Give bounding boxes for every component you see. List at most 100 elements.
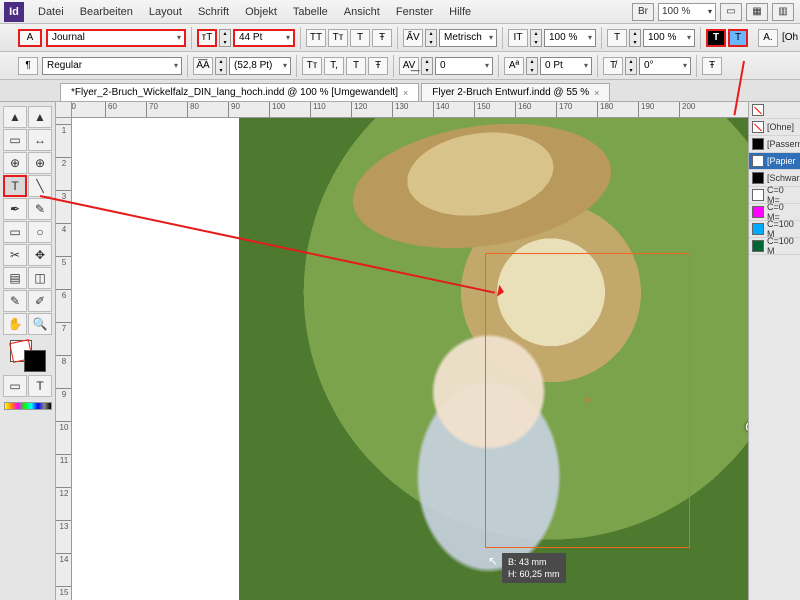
tracking-stepper[interactable] — [421, 57, 433, 75]
para-style-icon[interactable]: A. — [758, 29, 778, 47]
font-family-combo[interactable]: Journal — [46, 29, 186, 47]
swatch-icon — [752, 206, 764, 218]
selection-tool[interactable]: ▲ — [3, 106, 27, 128]
tab-document-2[interactable]: Flyer 2-Bruch Entwurf.indd @ 55 %× — [421, 83, 610, 101]
stroke-color-button[interactable]: T — [728, 29, 748, 47]
skew-value: 0° — [644, 60, 654, 71]
color-bar[interactable] — [4, 402, 52, 410]
ruler-tick: 50 — [72, 102, 76, 118]
leading-stepper[interactable] — [215, 57, 227, 75]
arrange-button[interactable]: ▥ — [772, 3, 794, 21]
close-icon[interactable]: × — [594, 88, 599, 98]
tab-document-1[interactable]: *Flyer_2-Bruch_Wickelfalz_DIN_lang_hoch.… — [60, 83, 419, 101]
page-tool[interactable]: ▭ — [3, 129, 27, 151]
close-icon[interactable]: × — [403, 88, 408, 98]
menu-help[interactable]: Hilfe — [441, 6, 479, 18]
bridge-button[interactable]: Br — [632, 3, 654, 21]
ruler-tick: 10 — [56, 421, 72, 432]
tracking-combo[interactable]: 0 — [435, 57, 493, 75]
baseline-stepper[interactable] — [526, 57, 538, 75]
ellipse-tool[interactable]: ○ — [28, 221, 52, 243]
ruler-tick: 140 — [433, 102, 449, 118]
format-text-button[interactable]: T — [28, 375, 52, 397]
pen-tool[interactable]: ✒ — [3, 198, 27, 220]
fill-color-button[interactable]: T — [706, 29, 726, 47]
hscale-stepper[interactable] — [629, 29, 641, 47]
gap-tool[interactable]: ↔ — [28, 129, 52, 151]
hscale-value: 100 % — [648, 32, 676, 43]
ruler-tick: 150 — [474, 102, 490, 118]
type-tool[interactable]: T — [3, 175, 27, 197]
font-size-combo[interactable]: 44 Pt — [233, 29, 295, 47]
rectangle-frame-tool[interactable]: ▭ — [3, 221, 27, 243]
menu-window[interactable]: Fenster — [388, 6, 441, 18]
swatches-panel: [Ohne][Passerm[Papier[SchwarzC=0 M=C=0 M… — [748, 102, 800, 600]
hscale-combo[interactable]: 100 % — [643, 29, 695, 47]
vscale-stepper[interactable] — [530, 29, 542, 47]
underline-button[interactable]: Ŧ — [372, 29, 392, 47]
note-tool[interactable]: ✎ — [3, 290, 27, 312]
eyedropper-tool[interactable]: ✐ — [28, 290, 52, 312]
width-readout: B: 43 mm — [508, 556, 560, 568]
view-options-button[interactable]: ▦ — [746, 3, 768, 21]
leading-combo[interactable]: (52,8 Pt) — [229, 57, 291, 75]
ligature-button[interactable]: T — [346, 57, 366, 75]
caps-button[interactable]: TT — [306, 29, 326, 47]
paragraph-mode-icon[interactable]: ¶ — [18, 57, 38, 75]
screen-mode-button[interactable]: ▭ — [720, 3, 742, 21]
vscale-combo[interactable]: 100 % — [544, 29, 596, 47]
gradient-swatch-tool[interactable]: ▤ — [3, 267, 27, 289]
document-tabs: *Flyer_2-Bruch_Wickelfalz_DIN_lang_hoch.… — [0, 80, 800, 102]
scissors-tool[interactable]: ✂ — [3, 244, 27, 266]
format-container-button[interactable]: ▭ — [3, 375, 27, 397]
swatch-icon — [752, 155, 764, 167]
skew-stepper[interactable] — [625, 57, 637, 75]
content-collector-tool[interactable]: ⊕ — [3, 152, 27, 174]
swatch-label: C=100 M — [767, 236, 797, 256]
font-size-icon: тT — [197, 29, 217, 47]
ruler-tick: 120 — [351, 102, 367, 118]
font-size-stepper[interactable] — [219, 29, 231, 47]
content-placer-tool[interactable]: ⊕ — [28, 152, 52, 174]
menu-object[interactable]: Objekt — [237, 6, 285, 18]
strikethrough-button[interactable]: T, — [324, 57, 344, 75]
document-canvas[interactable]: ↖ B: 43 mm H: 60,25 mm Gemüse — [72, 118, 800, 600]
swatch-row[interactable]: [Passerm — [749, 136, 800, 153]
font-style-combo[interactable]: Regular — [42, 57, 182, 75]
fill-stroke-proxy[interactable] — [10, 340, 46, 372]
skew-combo[interactable]: 0° — [639, 57, 691, 75]
kerning-stepper[interactable] — [425, 29, 437, 47]
zoom-level[interactable]: 100 % — [658, 3, 716, 21]
swatch-row[interactable]: [Papier — [749, 153, 800, 170]
zoom-tool[interactable]: 🔍 — [28, 313, 52, 335]
hand-tool[interactable]: ✋ — [3, 313, 27, 335]
nobreak-button[interactable]: Ŧ — [368, 57, 388, 75]
direct-selection-tool[interactable]: ▲ — [28, 106, 52, 128]
pencil-tool[interactable]: ✎ — [28, 198, 52, 220]
ruler-tick: 8 — [56, 355, 72, 366]
superscript-button[interactable]: T — [350, 29, 370, 47]
panel-fill-proxy[interactable] — [749, 102, 800, 119]
smallcaps-button[interactable]: Tт — [328, 29, 348, 47]
horizontal-ruler[interactable]: 5060708090100110120130140150160170180190… — [72, 102, 800, 118]
free-transform-tool[interactable]: ✥ — [28, 244, 52, 266]
line-tool[interactable]: ╲ — [28, 175, 52, 197]
menu-edit[interactable]: Bearbeiten — [72, 6, 141, 18]
character-mode-icon[interactable]: A — [18, 29, 42, 47]
menu-bar: Id Datei Bearbeiten Layout Schrift Objek… — [0, 0, 800, 24]
ruler-tick: 100 — [269, 102, 285, 118]
swatch-row[interactable]: C=100 M — [749, 238, 800, 255]
text-frame[interactable] — [485, 253, 690, 548]
gradient-feather-tool[interactable]: ◫ — [28, 267, 52, 289]
ruler-origin[interactable] — [56, 102, 72, 118]
menu-view[interactable]: Ansicht — [336, 6, 388, 18]
menu-layout[interactable]: Layout — [141, 6, 190, 18]
menu-type[interactable]: Schrift — [190, 6, 237, 18]
kerning-combo[interactable]: Metrisch — [439, 29, 497, 47]
subscript-button[interactable]: Tт — [302, 57, 322, 75]
menu-table[interactable]: Tabelle — [285, 6, 336, 18]
vertical-ruler[interactable]: 123456789101112131415 — [56, 118, 72, 600]
baseline-combo[interactable]: 0 Pt — [540, 57, 592, 75]
swatch-row[interactable]: [Ohne] — [749, 119, 800, 136]
menu-file[interactable]: Datei — [30, 6, 72, 18]
